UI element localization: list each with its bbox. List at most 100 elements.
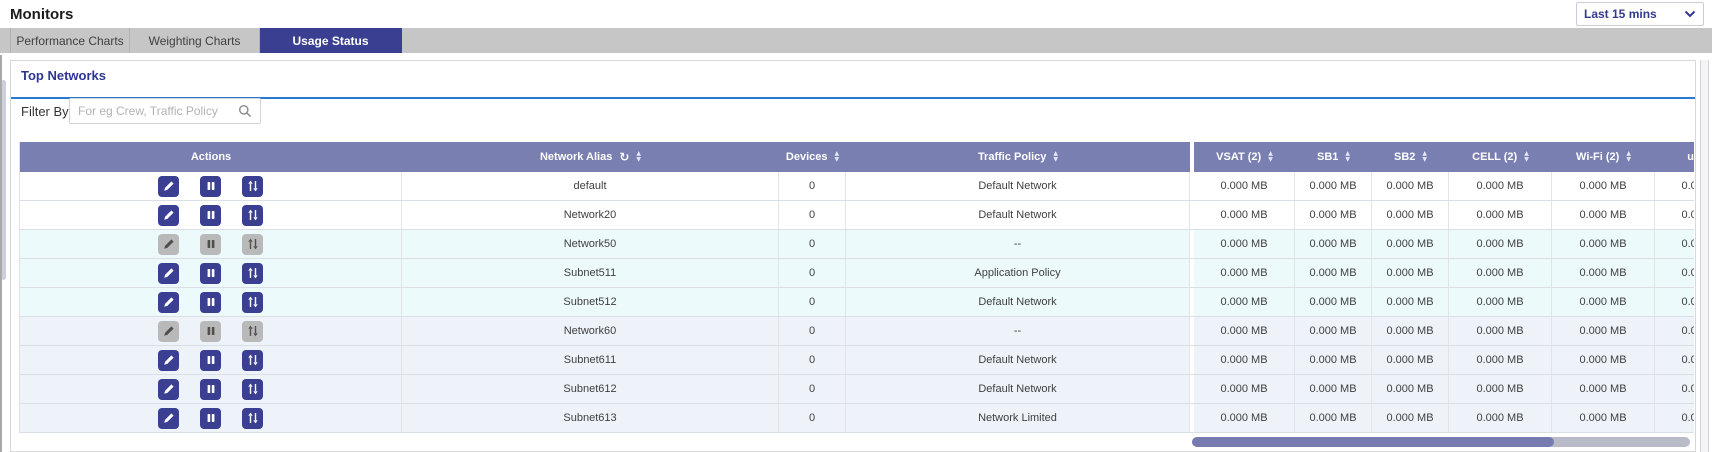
column-label: Devices [786, 151, 828, 163]
search-icon[interactable] [238, 104, 252, 118]
pause-button [200, 321, 221, 342]
column-header-devices[interactable]: Devices ▲▼ [779, 142, 846, 172]
network-alias-cell: default [402, 172, 779, 200]
section-title: Top Networks [21, 68, 106, 83]
traffic-shaper-button[interactable] [242, 379, 263, 400]
traffic-shaper-button[interactable] [242, 176, 263, 197]
edit-icon [162, 382, 176, 396]
cell-usage-cell: 0.000 MB [1449, 259, 1552, 287]
pause-button[interactable] [200, 205, 221, 226]
column-header-wifi[interactable]: Wi-Fi (2)▲▼ [1552, 142, 1655, 172]
pause-button[interactable] [200, 263, 221, 284]
pause-icon [204, 237, 218, 251]
edit-button[interactable] [158, 205, 179, 226]
traffic-shaper-button [242, 321, 263, 342]
sort-carets-icon[interactable]: ▲▼ [1345, 151, 1350, 163]
edit-button[interactable] [158, 350, 179, 371]
edit-button[interactable] [158, 176, 179, 197]
column-header-policy[interactable]: Traffic Policy▲▼ [846, 142, 1190, 172]
edit-button[interactable] [158, 379, 179, 400]
column-header-sb2[interactable]: SB2▲▼ [1372, 142, 1449, 172]
vsat-usage-cell: 0.000 MB [1194, 288, 1295, 316]
sort-carets-icon[interactable]: ▲▼ [1626, 151, 1631, 163]
traffic-policy-cell: -- [846, 317, 1190, 345]
column-label: Actions [191, 151, 231, 163]
column-header-ue[interactable]: u_Et▲▼ [1655, 142, 1694, 172]
column-header-sb1[interactable]: SB1 ▲▼ [1295, 142, 1372, 172]
network-alias-cell: Subnet511 [402, 259, 779, 287]
filter-input[interactable] [70, 104, 238, 118]
pause-icon [204, 179, 218, 193]
tab-usage-status[interactable]: Usage Status [260, 28, 402, 53]
wifi-usage-cell: 0.000 MB [1552, 201, 1655, 229]
edit-button[interactable] [158, 292, 179, 313]
sort-carets-icon[interactable]: ▲▼ [636, 151, 641, 163]
traffic-shaper-button[interactable] [242, 205, 263, 226]
sb2-usage-cell: 0.000 MB [1372, 288, 1449, 316]
table-body: default0Default Network0.000 MB0.000 MB0… [20, 172, 1694, 433]
cell-usage-cell: 0.000 MB [1449, 201, 1552, 229]
pause-button[interactable] [200, 176, 221, 197]
sb2-usage-cell: 0.000 MB [1372, 375, 1449, 403]
vsat-usage-cell: 0.000 MB [1194, 317, 1295, 345]
pause-button[interactable] [200, 350, 221, 371]
sort-carets-icon[interactable]: ▲▼ [1268, 151, 1273, 163]
tab-weighting-charts[interactable]: Weighting Charts [130, 28, 260, 53]
traffic-shaper-button[interactable] [242, 350, 263, 371]
sb1-usage-cell: 0.000 MB [1295, 288, 1372, 316]
pause-button [200, 234, 221, 255]
table-row: Network200Default Network0.000 MB0.000 M… [20, 201, 1694, 230]
page-title: Monitors [10, 6, 73, 23]
updown-arrows-icon [246, 353, 260, 367]
network-alias-cell: Network50 [402, 230, 779, 258]
traffic-policy-cell: Default Network [846, 201, 1190, 229]
sort-carets-icon[interactable]: ▲▼ [1422, 151, 1427, 163]
network-alias-cell: Subnet611 [402, 346, 779, 374]
column-header-alias[interactable]: Network Alias↻▲▼ [402, 142, 779, 172]
network-alias-cell: Network20 [402, 201, 779, 229]
edit-button[interactable] [158, 263, 179, 284]
edit-icon [162, 324, 176, 338]
traffic-shaper-button[interactable] [242, 292, 263, 313]
wifi-usage-cell: 0.000 MB [1552, 288, 1655, 316]
tab-performance-charts[interactable]: Performance Charts [10, 28, 130, 53]
column-label: VSAT (2) [1216, 151, 1261, 163]
vsat-usage-cell: 0.000 MB [1194, 404, 1295, 432]
horizontal-scrollbar-track[interactable] [1192, 437, 1690, 447]
sort-carets-icon[interactable]: ▲▼ [1053, 151, 1058, 163]
traffic-shaper-button[interactable] [242, 263, 263, 284]
pause-button[interactable] [200, 379, 221, 400]
sort-carets-icon[interactable]: ▲▼ [834, 151, 839, 163]
sb1-usage-cell: 0.000 MB [1295, 375, 1372, 403]
wifi-usage-cell: 0.000 MB [1552, 346, 1655, 374]
actions-cell [20, 375, 402, 403]
traffic-shaper-button[interactable] [242, 408, 263, 429]
top-networks-panel: Top Networks Filter By ActionsNetwork Al… [10, 60, 1696, 452]
devices-cell: 0 [779, 404, 846, 432]
actions-cell [20, 259, 402, 287]
filter-by-label: Filter By [21, 104, 69, 119]
refresh-icon[interactable]: ↻ [619, 151, 629, 163]
vsat-usage-cell: 0.000 MB [1194, 201, 1295, 229]
sort-carets-icon[interactable]: ▲▼ [1524, 151, 1529, 163]
vertical-scrollbar-track[interactable] [1700, 60, 1709, 452]
horizontal-scrollbar-thumb[interactable] [1192, 437, 1554, 447]
network-alias-cell: Network60 [402, 317, 779, 345]
wifi-usage-cell: 0.000 MB [1552, 259, 1655, 287]
pause-button[interactable] [200, 292, 221, 313]
pause-button[interactable] [200, 408, 221, 429]
column-header-vsat[interactable]: VSAT (2) ▲▼ [1194, 142, 1295, 172]
cell-usage-cell: 0.000 MB [1449, 288, 1552, 316]
table-row: Subnet6120Default Network0.000 MB0.000 M… [20, 375, 1694, 404]
pause-icon [204, 324, 218, 338]
column-label: SB1 [1317, 151, 1338, 163]
cell-usage-cell: 0.000 MB [1449, 317, 1552, 345]
sb1-usage-cell: 0.000 MB [1295, 172, 1372, 200]
pause-icon [204, 353, 218, 367]
edit-button[interactable] [158, 408, 179, 429]
column-label: CELL (2) [1472, 151, 1517, 163]
pause-icon [204, 295, 218, 309]
time-range-dropdown[interactable]: Last 15 mins [1576, 2, 1704, 26]
column-header-cell[interactable]: CELL (2) ▲▼ [1449, 142, 1552, 172]
ue-usage-cell: 0.000 MB [1655, 201, 1694, 229]
